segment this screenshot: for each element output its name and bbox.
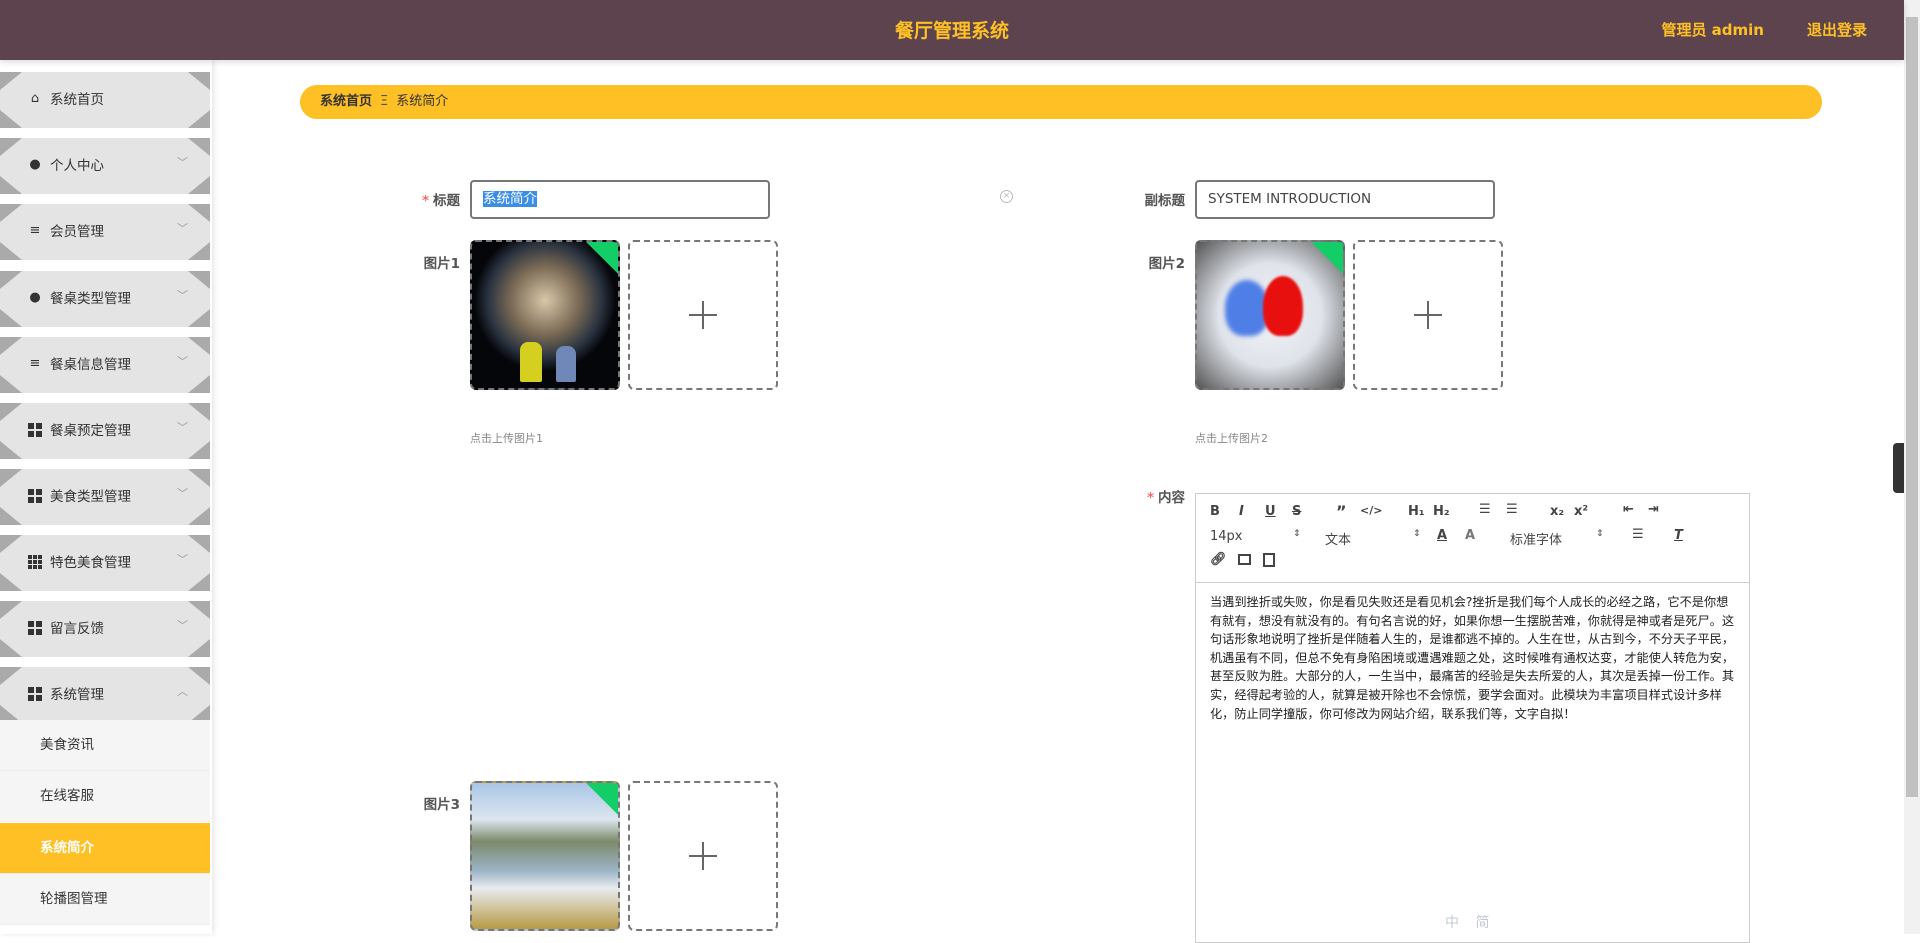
outdent-icon[interactable]: ⇤ [1623,502,1634,517]
user-icon: ● [29,157,41,172]
breadcrumb-home[interactable]: 系统首页 [320,94,372,109]
image-icon[interactable] [1238,554,1251,565]
submenu-food-news[interactable]: 美食资讯 [0,720,210,771]
indent-icon[interactable]: ⇥ [1648,502,1659,517]
current-user: 管理员 admin [1661,21,1764,39]
title-input[interactable]: 系统简介 [470,180,770,219]
grid-icon [28,423,42,437]
chevron-down-icon: ﹀ [177,289,188,302]
sidebar-item-table-types[interactable]: ● 餐桌类型管理 ﹀ [0,271,210,327]
subscript-button[interactable]: x₂ [1550,504,1564,519]
strike-button[interactable]: S [1292,504,1301,519]
grid-icon [28,687,42,701]
grid9-icon [28,555,42,569]
header-select[interactable]: 文本 [1325,529,1351,548]
title-label: * 标题 [421,193,460,209]
chevron-down-icon: ﹀ [177,553,188,566]
sidebar-item-table-info[interactable]: ≡ 餐桌信息管理 ﹀ [0,337,210,393]
pic2-label: 图片2 [1148,256,1185,272]
font-family-select[interactable]: 标准字体 [1510,529,1562,548]
chevron-down-icon: ﹀ [177,222,188,235]
submenu-online-service[interactable]: 在线客服 [0,771,210,822]
select-arrows-icon: ⇕ [1413,529,1421,539]
bulb-icon: ● [29,290,41,305]
italic-button[interactable]: I [1239,504,1244,519]
subtitle-label: 副标题 [1144,193,1186,209]
bullet-list-icon[interactable]: ☰ [1506,502,1518,517]
clear-icon[interactable]: × [1000,190,1013,203]
required-mark: * [421,193,429,209]
pic1-tip: 点击上传图片1 [470,432,543,445]
breadcrumb: 系统首页 Ξ 系统简介 [300,85,1822,119]
h1-button[interactable]: H₁ [1408,504,1425,519]
submenu-system-intro[interactable]: 系统简介 [0,823,210,874]
video-icon[interactable] [1263,553,1275,567]
sidebar: ⌂ 系统首页 ● 个人中心 ﹀ ≡ 会员管理 ﹀ ● 餐桌类型管理 ﹀ ≡ 餐桌信息管… [0,60,212,934]
logout-link[interactable]: 退出登录 [1807,0,1867,60]
app-title: 餐厅管理系统 [894,20,1009,42]
success-badge [1310,242,1343,275]
uploaded-image-3[interactable] [470,781,620,931]
rich-text-editor[interactable]: B I U S ” </> H₁ H₂ ☰ ☰ x₂ x² ⇤ ⇥ 14px ⇕… [1195,493,1750,943]
editor-toolbar: B I U S ” </> H₁ H₂ ☰ ☰ x₂ x² ⇤ ⇥ 14px ⇕… [1196,494,1749,583]
page-scrollbar[interactable] [1904,0,1920,934]
chevron-down-icon: ﹀ [177,355,188,368]
chevron-down-icon: ﹀ [177,619,188,632]
pic1-label: 图片1 [423,256,460,272]
grid-icon [28,621,42,635]
sidebar-item-home[interactable]: ⌂ 系统首页 [0,72,210,128]
upload-button-1[interactable] [628,240,778,390]
bold-button[interactable]: B [1210,504,1220,519]
link-icon[interactable]: 🔗︎ [1210,552,1227,567]
chevron-up-icon: ︿ [177,685,188,698]
underline-button[interactable]: U [1265,504,1276,519]
scrollbar-thumb[interactable] [1906,17,1918,797]
code-button[interactable]: </> [1360,504,1382,517]
sidebar-item-feedback[interactable]: 留言反馈 ﹀ [0,601,210,657]
submenu-carousel[interactable]: 轮播图管理 [0,874,210,925]
breadcrumb-current: 系统简介 [396,94,449,109]
breadcrumb-separator: Ξ [380,94,389,109]
background-color-icon[interactable]: A [1465,528,1475,543]
pic2-tip: 点击上传图片2 [1195,432,1268,445]
align-icon[interactable]: ☰ [1632,527,1644,542]
ordered-list-icon[interactable]: ☰ [1479,502,1491,517]
editor-content[interactable]: 当遇到挫折或失败，你是看见失败还是看见机会?挫折是我们每个人成长的必经之路，它不… [1196,583,1749,733]
subtitle-input[interactable]: SYSTEM INTRODUCTION [1195,180,1495,219]
success-badge [585,783,618,816]
upload-button-3[interactable] [628,781,778,931]
clear-format-icon[interactable]: T [1674,528,1683,543]
sidebar-item-members[interactable]: ≡ 会员管理 ﹀ [0,204,210,260]
sidebar-item-special-food[interactable]: 特色美食管理 ﹀ [0,535,210,591]
sliders-icon: ≡ [29,356,41,371]
chevron-down-icon: ﹀ [177,156,188,169]
select-arrows-icon: ⇕ [1293,529,1301,539]
sidebar-item-reservations[interactable]: 餐桌预定管理 ﹀ [0,403,210,459]
uploaded-image-1[interactable] [470,240,620,390]
success-badge [585,242,618,275]
home-icon: ⌂ [30,91,40,106]
chevron-down-icon: ﹀ [177,487,188,500]
font-size-select[interactable]: 14px [1210,529,1243,544]
select-arrows-icon: ⇕ [1596,529,1604,539]
font-color-icon[interactable]: A [1437,528,1447,543]
sidebar-item-personal[interactable]: ● 个人中心 ﹀ [0,138,210,194]
top-header: 餐厅管理系统 管理员 admin 退出登录 [0,0,1904,60]
list-icon: ≡ [29,223,41,238]
upload-button-2[interactable] [1353,240,1503,390]
sidebar-item-system[interactable]: 系统管理 ︿ [0,667,210,723]
sidebar-item-food-types[interactable]: 美食类型管理 ﹀ [0,469,210,525]
h2-button[interactable]: H₂ [1433,504,1450,519]
grid-icon [28,489,42,503]
pic3-label: 图片3 [423,797,460,813]
blockquote-button[interactable]: ” [1336,502,1347,521]
chevron-down-icon: ﹀ [177,421,188,434]
content-label: * 内容 [1146,490,1185,506]
uploaded-image-2[interactable] [1195,240,1345,390]
ime-toolbar: 中 简 [1445,915,1496,931]
superscript-button[interactable]: x² [1574,504,1588,519]
